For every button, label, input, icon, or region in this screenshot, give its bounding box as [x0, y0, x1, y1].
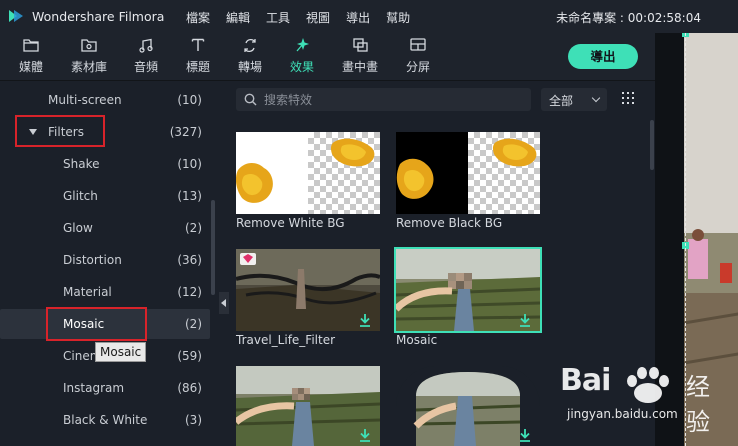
download-icon[interactable]	[358, 428, 372, 442]
menu-export[interactable]: 導出	[346, 9, 370, 26]
search-icon	[244, 93, 257, 106]
category-label: Glow	[63, 221, 93, 235]
watermark-url: jingyan.baidu.com	[567, 407, 678, 421]
flower-image	[236, 138, 375, 203]
category-material[interactable]: Material (12)	[0, 277, 210, 307]
tab-library-label: 素材庫	[70, 60, 107, 74]
grid-view-icon[interactable]	[622, 92, 636, 106]
tab-effects-label: 效果	[289, 60, 314, 74]
tab-split-screen[interactable]: 分屏	[404, 33, 432, 81]
category-count: (12)	[177, 285, 202, 299]
app-title: Wondershare Filmora	[32, 9, 165, 24]
split-screen-icon	[410, 38, 426, 51]
highlight-box-filters	[15, 115, 105, 147]
toolbar: 媒體 素材庫 音頻 標題 轉場 效果 畫中畫 分屏 導出	[0, 33, 655, 81]
dropdown-value: 全部	[549, 94, 574, 108]
download-icon[interactable]	[358, 313, 372, 327]
category-filter-dropdown[interactable]: 全部	[541, 88, 607, 111]
tab-transitions[interactable]: 轉場	[234, 33, 266, 81]
tab-pip-label: 畫中畫	[341, 60, 378, 74]
category-count: (2)	[185, 221, 202, 235]
tab-split-screen-label: 分屏	[405, 60, 430, 74]
tab-effects[interactable]: 效果	[286, 33, 318, 81]
category-count: (59)	[177, 349, 202, 363]
category-glitch[interactable]: Glitch (13)	[0, 181, 210, 211]
category-count: (327)	[169, 125, 202, 139]
tab-media[interactable]: 媒體	[14, 33, 48, 81]
effect-label: Travel_Life_Filter	[236, 333, 336, 347]
chevron-down-icon	[591, 93, 601, 103]
menu-edit[interactable]: 編輯	[226, 9, 250, 26]
sidebar-scrollbar[interactable]	[211, 200, 215, 295]
category-glow[interactable]: Glow (2)	[0, 213, 210, 243]
tab-audio[interactable]: 音頻	[130, 33, 162, 81]
effect-label: Mosaic	[396, 333, 438, 347]
download-icon[interactable]	[518, 428, 532, 442]
category-distortion[interactable]: Distortion (36)	[0, 245, 210, 275]
pip-icon	[352, 38, 368, 52]
text-icon	[191, 38, 205, 51]
menu-help[interactable]: 幫助	[386, 9, 410, 26]
transition-icon	[244, 38, 256, 53]
project-info: 未命名專案 : 00:02:58:04	[556, 11, 701, 25]
paw-logo-icon	[627, 367, 669, 403]
download-icon[interactable]	[518, 313, 532, 327]
export-button[interactable]: 導出	[568, 44, 638, 69]
category-label: Instagram	[63, 381, 125, 395]
title-bar: Wondershare Filmora 檔案 編輯 工具 視圖 導出 幫助 未命…	[0, 0, 738, 33]
effect-label: Remove White BG	[236, 216, 345, 230]
effect-thumbnail-remove-white-bg[interactable]	[236, 132, 380, 214]
category-shake[interactable]: Shake (10)	[0, 149, 210, 179]
tab-audio-label: 音頻	[133, 60, 158, 74]
menu-tools[interactable]: 工具	[266, 9, 290, 26]
filmora-logo-icon	[9, 10, 23, 22]
collapse-sidebar-button[interactable]	[219, 292, 229, 314]
category-label: Material	[63, 285, 112, 299]
chevron-left-icon	[221, 299, 226, 307]
menu-bar: 檔案 編輯 工具 視圖 導出 幫助	[186, 9, 426, 26]
category-count: (10)	[177, 157, 202, 171]
category-multi-screen[interactable]: Multi-screen (10)	[0, 85, 210, 115]
category-label: Glitch	[63, 189, 98, 203]
effect-thumbnail-remove-black-bg[interactable]	[396, 132, 540, 214]
effects-icon	[296, 37, 309, 52]
music-note-icon	[139, 38, 153, 53]
category-label: Black & White	[63, 413, 148, 427]
category-instagram[interactable]: Instagram (86)	[0, 373, 210, 403]
tab-library[interactable]: 素材庫	[66, 33, 112, 81]
tab-titles[interactable]: 標題	[182, 33, 214, 81]
category-count: (3)	[185, 413, 202, 427]
category-count: (13)	[177, 189, 202, 203]
effect-thumbnail-travel-life-filter[interactable]	[236, 249, 380, 331]
tab-pip[interactable]: 畫中畫	[338, 33, 382, 81]
tab-transitions-label: 轉場	[237, 60, 262, 74]
category-label: Shake	[63, 157, 100, 171]
tab-media-label: 媒體	[18, 60, 43, 74]
tooltip: Mosaic	[95, 342, 147, 362]
search-input[interactable]	[264, 90, 524, 109]
search-box[interactable]	[236, 88, 531, 111]
menu-file[interactable]: 檔案	[186, 9, 210, 26]
effects-scrollbar[interactable]	[650, 120, 654, 170]
category-count: (36)	[177, 253, 202, 267]
effect-thumbnail-mosaic[interactable]	[394, 247, 542, 333]
effect-thumbnail[interactable]	[396, 366, 540, 446]
category-label: Multi-screen	[48, 93, 122, 107]
watermark-brand-cn: 经验	[686, 373, 710, 436]
highlight-box-mosaic	[46, 307, 147, 341]
category-count: (2)	[185, 317, 202, 331]
tab-titles-label: 標題	[185, 60, 210, 74]
category-black-white[interactable]: Black & White (3)	[0, 405, 210, 435]
flower-image	[396, 138, 537, 199]
category-label: Distortion	[63, 253, 122, 267]
menu-view[interactable]: 視圖	[306, 9, 330, 26]
category-count: (86)	[177, 381, 202, 395]
folder-icon	[23, 39, 39, 52]
effect-thumbnail[interactable]	[236, 366, 380, 446]
image-folder-icon	[81, 39, 97, 52]
category-count: (10)	[177, 93, 202, 107]
watermark-brand: Bai	[560, 363, 611, 398]
effect-label: Remove Black BG	[396, 216, 503, 230]
